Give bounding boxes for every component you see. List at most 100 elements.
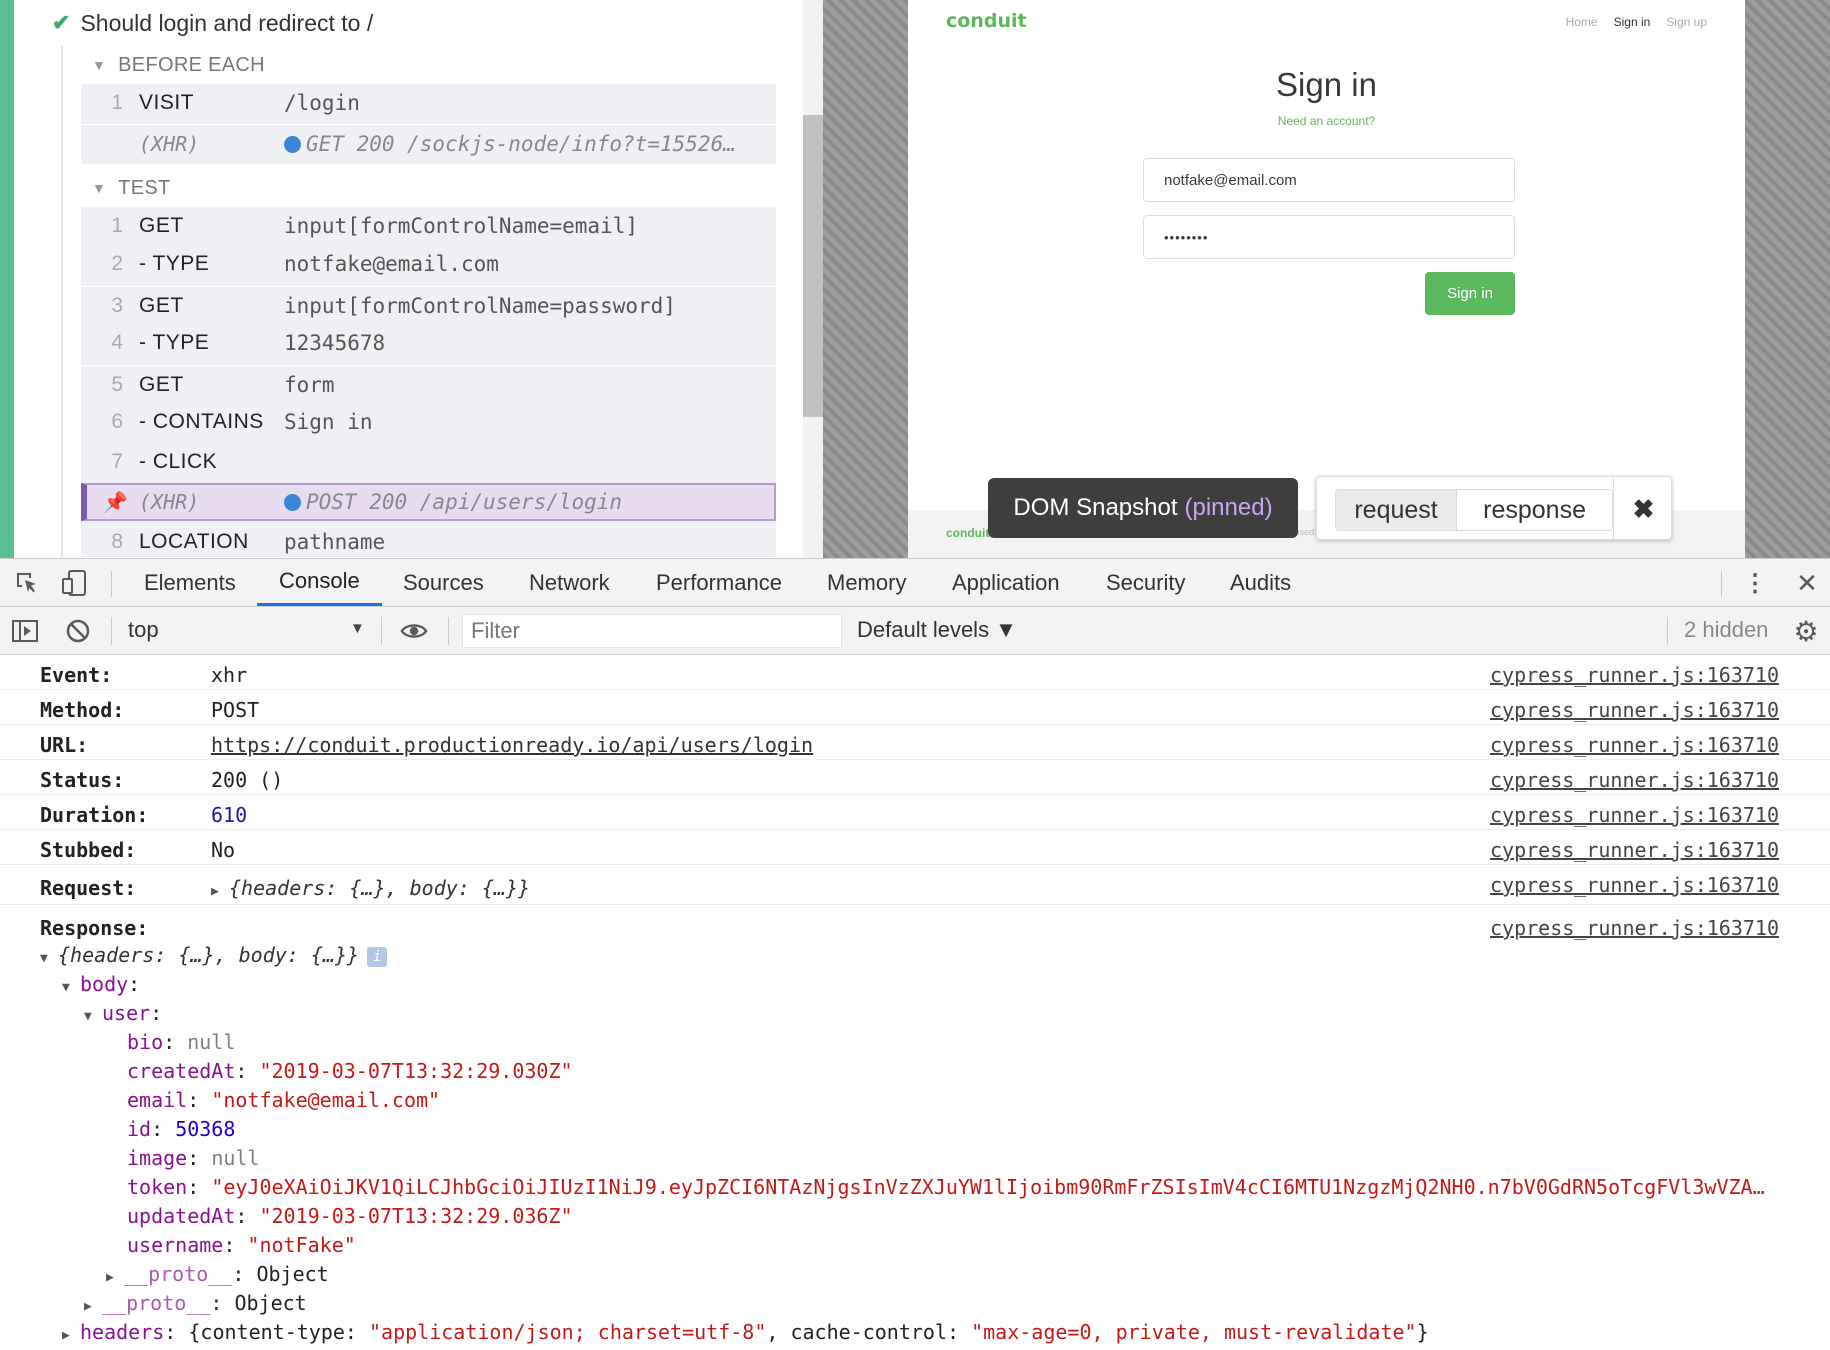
email-field[interactable]: notfake@email.com: [1143, 158, 1515, 202]
tree-node-user[interactable]: ▼ user:: [84, 1001, 162, 1025]
tree-prop-updatedAt: updatedAt: "2019-03-07T13:32:29.036Z": [127, 1204, 573, 1228]
collapse-triangle-icon[interactable]: ▼: [62, 980, 80, 995]
devtools-panel: Elements Console Sources Network Perform…: [0, 558, 1830, 1350]
console-row: Request: ▶ {headers: {…}, body: {…}} cypr…: [0, 865, 1830, 905]
console-row: Method: POST cypress_runner.js:163710: [0, 690, 1830, 725]
command-name: GET: [139, 214, 184, 237]
log-levels-dropdown[interactable]: Default levels ▼: [857, 617, 1017, 643]
clear-console-icon[interactable]: [64, 617, 92, 645]
snapshot-tab-response[interactable]: response: [1457, 490, 1612, 530]
command-message: GET 200 /sockjs-node/info?t=15526…: [284, 132, 736, 156]
tree-node-body[interactable]: ▼ body:: [62, 972, 140, 996]
nav-link-sign-up[interactable]: Sign up: [1666, 15, 1707, 29]
tab-memory[interactable]: Memory: [827, 559, 906, 606]
gear-icon[interactable]: ⚙: [1792, 616, 1820, 647]
command-log-scrollbar-thumb[interactable]: [803, 115, 823, 417]
tree-node-body-proto[interactable]: ▶ __proto__: Object: [84, 1291, 307, 1315]
command-row[interactable]: 1 GET input[formControlName=email]: [81, 207, 776, 245]
inspect-element-icon[interactable]: [13, 569, 41, 597]
command-message: 12345678: [284, 331, 386, 355]
tab-sources[interactable]: Sources: [403, 559, 484, 606]
log-value: No: [211, 838, 236, 862]
expandable-object[interactable]: ▶ {headers: {…}, body: {…}}: [211, 876, 530, 900]
expand-triangle-icon[interactable]: ▶: [211, 884, 229, 899]
log-key: Stubbed:: [40, 838, 137, 862]
pin-icon: 📌: [103, 491, 128, 514]
command-row[interactable]: 1 VISIT /login: [81, 84, 776, 122]
command-row[interactable]: 6 - CONTAINS Sign in: [81, 403, 776, 441]
command-row[interactable]: 2 - TYPE notfake@email.com: [81, 245, 776, 283]
source-link[interactable]: cypress_runner.js:163710: [1490, 916, 1779, 940]
command-row[interactable]: 3 GET input[formControlName=password]: [81, 286, 776, 324]
need-account-link[interactable]: Need an account?: [908, 114, 1745, 128]
section-title: TEST: [118, 176, 171, 199]
footer-brand[interactable]: conduit: [946, 526, 989, 540]
dropdown-arrow-icon[interactable]: ▼: [350, 620, 365, 637]
nav-link-home[interactable]: Home: [1566, 15, 1598, 29]
device-toolbar-icon[interactable]: [60, 569, 88, 597]
tab-security[interactable]: Security: [1106, 559, 1185, 606]
command-message: /login: [284, 91, 360, 115]
expand-triangle-icon[interactable]: ▶: [106, 1270, 124, 1285]
command-number: 2: [111, 252, 123, 275]
command-message: POST 200 /api/users/login: [284, 490, 622, 514]
tab-network[interactable]: Network: [529, 559, 610, 606]
tree-node-user-proto[interactable]: ▶ __proto__: Object: [106, 1262, 329, 1286]
source-link[interactable]: cypress_runner.js:163710: [1490, 698, 1779, 722]
source-link[interactable]: cypress_runner.js:163710: [1490, 803, 1779, 827]
command-row-xhr-pinned[interactable]: 📌 (XHR) POST 200 /api/users/login: [81, 483, 776, 521]
source-link[interactable]: cypress_runner.js:163710: [1490, 733, 1779, 757]
context-selector[interactable]: top: [128, 617, 159, 643]
command-row[interactable]: 4 - TYPE 12345678: [81, 324, 776, 362]
filter-input-box[interactable]: [462, 614, 842, 648]
close-devtools-icon[interactable]: ✕: [1793, 568, 1821, 598]
expand-triangle-icon[interactable]: ▶: [84, 1299, 102, 1314]
command-row[interactable]: 7 - CLICK: [81, 443, 776, 481]
app-brand-logo[interactable]: conduit: [946, 10, 1027, 32]
section-before-each[interactable]: ▼ BEFORE EACH: [92, 50, 265, 80]
show-sidebar-icon[interactable]: [11, 617, 39, 645]
test-title-row[interactable]: ✔ Should login and redirect to /: [52, 6, 373, 40]
more-options-icon[interactable]: ⋮: [1741, 569, 1769, 597]
divider: [448, 617, 449, 645]
expand-triangle-icon[interactable]: ▶: [62, 1328, 80, 1343]
live-expression-eye-icon[interactable]: [400, 617, 428, 645]
tree-prop-username: username: "notFake": [127, 1233, 356, 1257]
command-name: GET: [139, 293, 184, 317]
filter-input[interactable]: [471, 618, 831, 644]
source-link[interactable]: cypress_runner.js:163710: [1490, 873, 1779, 897]
tab-application[interactable]: Application: [952, 559, 1060, 606]
signin-button[interactable]: Sign in: [1425, 272, 1515, 315]
collapse-triangle-icon[interactable]: ▼: [84, 1009, 102, 1024]
response-root-node[interactable]: ▼ {headers: {…}, body: {…}} i: [40, 943, 388, 967]
tree-prop-email: email: "notfake@email.com": [127, 1088, 441, 1112]
section-test[interactable]: ▼ TEST: [92, 173, 171, 203]
source-link[interactable]: cypress_runner.js:163710: [1490, 838, 1779, 862]
close-snapshot-button[interactable]: ✖: [1613, 477, 1673, 541]
tab-elements[interactable]: Elements: [144, 559, 236, 606]
command-number: 8: [111, 530, 123, 553]
source-link[interactable]: cypress_runner.js:163710: [1490, 768, 1779, 792]
log-key: Event:: [40, 663, 113, 687]
command-row[interactable]: 8 LOCATION pathname: [81, 523, 776, 558]
info-icon[interactable]: i: [367, 947, 388, 967]
nav-link-sign-in[interactable]: Sign in: [1614, 15, 1651, 29]
command-group: 1 VISIT /login (XHR) GET 200 /sockjs-nod…: [81, 84, 776, 164]
console-row: Event: xhr cypress_runner.js:163710: [0, 655, 1830, 690]
tree-node-headers[interactable]: ▶ headers: {content-type: "application/js…: [62, 1320, 1429, 1344]
tab-performance[interactable]: Performance: [656, 559, 782, 606]
url-link[interactable]: https://conduit.productionready.io/api/u…: [211, 733, 813, 757]
snapshot-tab-request[interactable]: request: [1336, 490, 1458, 530]
command-row-xhr[interactable]: (XHR) GET 200 /sockjs-node/info?t=15526…: [81, 124, 776, 162]
command-name: - TYPE: [139, 331, 210, 354]
tab-console[interactable]: Console: [257, 559, 382, 606]
tab-audits[interactable]: Audits: [1230, 559, 1291, 606]
command-message: Sign in: [284, 410, 373, 434]
source-link[interactable]: cypress_runner.js:163710: [1490, 663, 1779, 687]
command-row[interactable]: 5 GET form: [81, 365, 776, 403]
password-field[interactable]: ••••••••: [1143, 215, 1515, 259]
log-key: URL:: [40, 733, 89, 757]
console-row: Stubbed: No cypress_runner.js:163710: [0, 830, 1830, 865]
collapse-triangle-icon[interactable]: ▼: [40, 951, 58, 966]
command-name: LOCATION: [139, 530, 249, 553]
